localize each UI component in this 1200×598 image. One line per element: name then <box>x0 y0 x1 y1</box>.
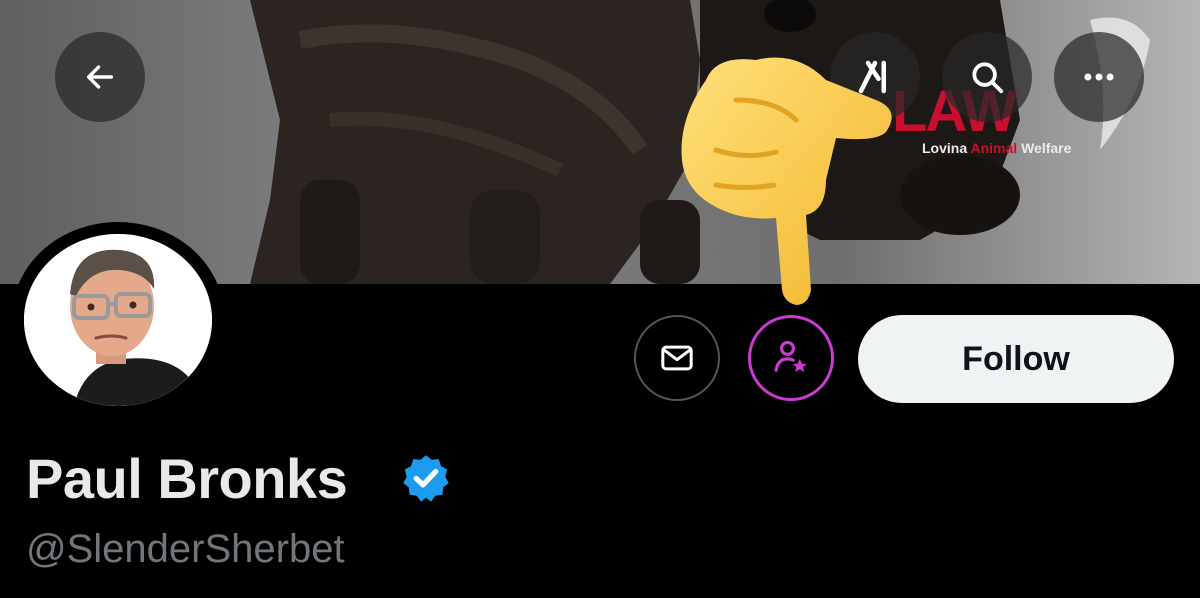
display-name: Paul Bronks <box>26 447 348 510</box>
pointing-hand-emoji <box>681 57 892 305</box>
arrow-left-icon <box>86 65 114 89</box>
person-star-icon <box>774 340 807 372</box>
message-button[interactable] <box>634 315 720 401</box>
subscribe-button[interactable] <box>748 315 834 401</box>
avatar[interactable] <box>24 234 212 406</box>
envelope-icon <box>661 345 693 371</box>
follow-button[interactable]: Follow <box>858 315 1174 403</box>
search-button[interactable] <box>942 32 1032 122</box>
verified-badge-icon[interactable] <box>400 452 452 504</box>
more-button[interactable] <box>1054 32 1144 122</box>
memoji-avatar <box>24 234 212 406</box>
brand-watermark: LAW Lovina Animal Welfare <box>892 79 1072 156</box>
search-icon <box>972 62 1004 94</box>
user-handle: @SlenderSherbet <box>26 527 345 571</box>
more-horizontal-icon <box>1084 73 1114 81</box>
back-button[interactable] <box>55 32 145 122</box>
